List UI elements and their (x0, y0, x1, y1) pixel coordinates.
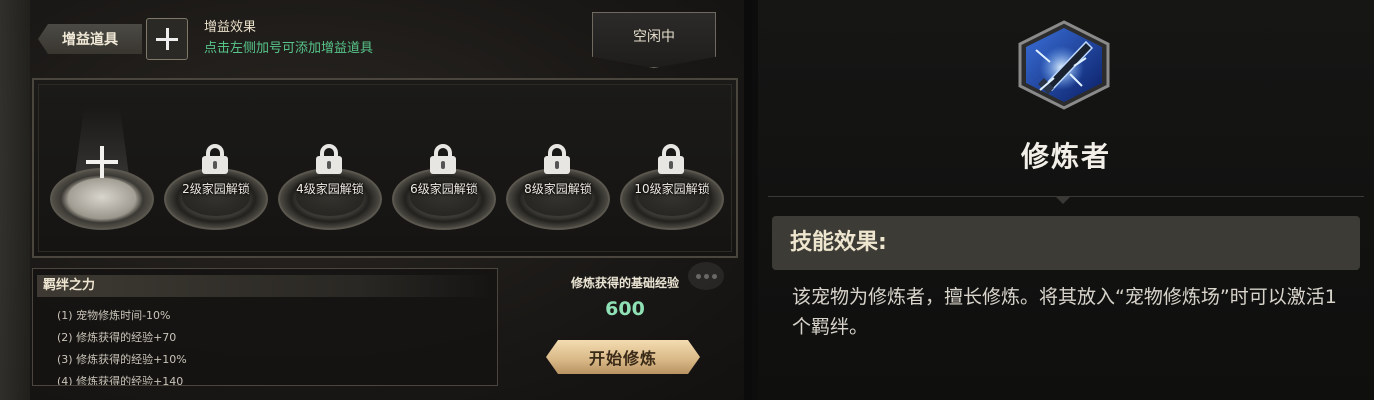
pet-slot-panel: 2级家园解锁 4级家园解锁 6级家园解锁 8级家园解锁 10级家园解锁 (32, 78, 738, 258)
lock-icon (430, 144, 456, 174)
add-pet-icon-stroke (100, 146, 104, 178)
add-boost-button[interactable] (146, 18, 188, 60)
lock-icon (316, 144, 342, 174)
lock-icon (658, 144, 684, 174)
lock-icon (544, 144, 570, 174)
status-badge: 空闲中 (592, 12, 716, 68)
sword-hexagon-icon (1018, 20, 1110, 110)
plus-icon-stroke (165, 28, 169, 50)
skill-effect-title: 技能效果: (772, 216, 1360, 270)
boost-items-tab[interactable]: 增益道具 (38, 24, 142, 54)
skill-detail-panel: 修炼者 技能效果: 该宠物为修炼者，擅长修炼。将其放入“宠物修炼场”时可以激活1… (758, 0, 1374, 400)
skill-effect-description: 该宠物为修炼者，擅长修炼。将其放入“宠物修炼场”时可以激活1个羁绊。 (792, 286, 1337, 338)
unlock-requirement: 8级家园解锁 (524, 182, 592, 196)
unlock-requirement: 2级家园解锁 (182, 182, 250, 196)
skill-name: 修炼者 (1020, 140, 1111, 173)
pet-slot-locked[interactable]: 2级家园解锁 (164, 144, 268, 230)
start-cultivation-button[interactable]: 开始修炼 (546, 340, 700, 374)
pet-slot-locked[interactable]: 6级家园解锁 (392, 144, 496, 230)
background-edge (0, 0, 30, 400)
bond-title: 羁绊之力 (37, 275, 493, 297)
bond-power-box[interactable]: 羁绊之力 (1) 宠物修炼时间-10% (2) 修炼获得的经验+70 (3) 修… (32, 268, 498, 386)
bond-item: (2) 修炼获得的经验+70 (57, 331, 177, 344)
unlock-requirement: 6级家园解锁 (410, 182, 478, 196)
pet-slot-locked[interactable]: 10级家园解锁 (620, 144, 724, 230)
bond-item: (1) 宠物修炼时间-10% (57, 309, 171, 322)
divider-notch (1055, 196, 1071, 204)
base-exp-label: 修炼获得的基础经验 (570, 276, 679, 290)
unlock-requirement: 4级家园解锁 (296, 182, 364, 196)
boost-hint-text: 点击左侧加号可添加增益道具 (204, 41, 374, 56)
slot-inner (68, 178, 136, 216)
panel-separator (744, 0, 752, 400)
unlock-requirement: 10级家园解锁 (634, 182, 710, 196)
base-exp-value: 600 (605, 298, 645, 320)
bond-item: (3) 修炼获得的经验+10% (57, 353, 187, 366)
bond-item: (4) 修炼获得的经验+140 (57, 375, 184, 386)
pet-slot-open[interactable] (50, 108, 154, 230)
lock-icon (202, 144, 228, 174)
cultivation-panel: 增益道具 增益效果 点击左侧加号可添加增益道具 空闲中 2级家园解锁 4级家园解… (0, 0, 752, 400)
pet-slot-locked[interactable]: 8级家园解锁 (506, 144, 610, 230)
boost-effect-title: 增益效果 (204, 20, 257, 35)
pet-slot-locked[interactable]: 4级家园解锁 (278, 144, 382, 230)
